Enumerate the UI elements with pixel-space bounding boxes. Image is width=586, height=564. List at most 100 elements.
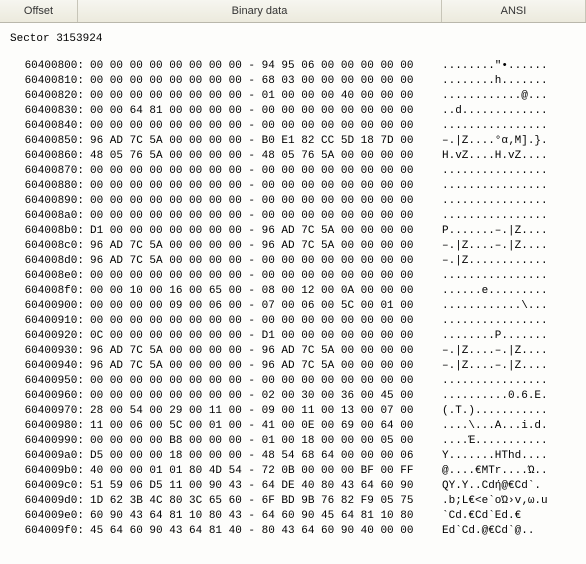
hex-cell: 00 00 10 00 16 00 65 00 - 08 00 12 00 0A… [90,284,442,299]
hex-row: 60400860:48 05 76 5A 00 00 00 00 - 48 05… [8,149,586,164]
hex-cell: 96 AD 7C 5A 00 00 00 00 - B0 E1 82 CC 5D… [90,134,442,149]
ansi-cell: ................ [442,209,548,224]
offset-cell: 604009c0: [8,479,90,494]
offset-cell: 60400900: [8,299,90,314]
hex-cell: D5 00 00 00 18 00 00 00 - 48 54 68 64 00… [90,449,442,464]
hex-cell: 00 00 00 00 00 00 00 00 - 01 00 00 00 40… [90,89,442,104]
hex-cell: 00 00 00 00 00 00 00 00 - 00 00 00 00 00… [90,269,442,284]
ansi-cell: .b;L€<e`oΏ›v‚ω.u [442,494,548,509]
ansi-cell: –.|Z............ [442,254,548,269]
hex-row: 60400820:00 00 00 00 00 00 00 00 - 01 00… [8,89,586,104]
ansi-cell: –.|Z....–.|Z.... [442,344,548,359]
offset-cell: 604009e0: [8,509,90,524]
ansi-cell: ................ [442,269,548,284]
ansi-cell: ............@... [442,89,548,104]
ansi-cell: –.|Z....–.|Z.... [442,359,548,374]
offset-cell: 604008a0: [8,209,90,224]
offset-cell: 60400820: [8,89,90,104]
ansi-cell: `Cd.€Cd`Ed.€ [442,509,521,524]
hex-cell: 48 05 76 5A 00 00 00 00 - 48 05 76 5A 00… [90,149,442,164]
ansi-cell: @....€MTr....Ώ.. [442,464,548,479]
offset-cell: 604009b0: [8,464,90,479]
hex-cell: 00 00 00 00 00 00 00 00 - 94 95 06 00 00… [90,59,442,74]
ansi-cell: –.|Z....°α‚Μ].}. [442,134,548,149]
offset-cell: 60400950: [8,374,90,389]
offset-cell: 60400860: [8,149,90,164]
hex-row: 60400850:96 AD 7C 5A 00 00 00 00 - B0 E1… [8,134,586,149]
hex-row: 60400840:00 00 00 00 00 00 00 00 - 00 00… [8,119,586,134]
hex-cell: 96 AD 7C 5A 00 00 00 00 - 00 00 00 00 00… [90,254,442,269]
ansi-cell: ....Έ........... [442,434,548,449]
hex-row: 60400880:00 00 00 00 00 00 00 00 - 00 00… [8,179,586,194]
hex-cell: 00 00 00 00 09 00 06 00 - 07 00 06 00 5C… [90,299,442,314]
offset-cell: 60400810: [8,74,90,89]
column-header-ansi[interactable]: ANSI [442,0,586,22]
ansi-cell: Ed`Cd.@€Cd`@.. [442,524,534,539]
column-header-binary[interactable]: Binary data [78,0,442,22]
hex-row: 60400830:00 00 64 81 00 00 00 00 - 00 00… [8,104,586,119]
offset-cell: 60400830: [8,104,90,119]
offset-cell: 60400930: [8,344,90,359]
hex-row: 604008c0:96 AD 7C 5A 00 00 00 00 - 96 AD… [8,239,586,254]
hex-row: 604008f0:00 00 10 00 16 00 65 00 - 08 00… [8,284,586,299]
hex-row: 604009b0:40 00 00 01 01 80 4D 54 - 72 0B… [8,464,586,479]
hex-row: 604009c0:51 59 06 D5 11 00 90 43 - 64 DE… [8,479,586,494]
hex-row: 60400920:0C 00 00 00 00 00 00 00 - D1 00… [8,329,586,344]
offset-cell: 60400890: [8,194,90,209]
ansi-cell: –.|Z....–.|Z.... [442,239,548,254]
hex-row: 60400910:00 00 00 00 00 00 00 00 - 00 00… [8,314,586,329]
hex-row: 604009e0:60 90 43 64 81 10 80 43 - 64 60… [8,509,586,524]
hex-cell: 96 AD 7C 5A 00 00 00 00 - 96 AD 7C 5A 00… [90,239,442,254]
column-header-offset[interactable]: Offset [0,0,78,22]
ansi-cell: ....\...A...i.d. [442,419,548,434]
hex-row: 604008b0:D1 00 00 00 00 00 00 00 - 96 AD… [8,224,586,239]
offset-cell: 604008e0: [8,269,90,284]
ansi-cell: QY.Υ..Cdή@€Cd`. [442,479,541,494]
offset-cell: 604008f0: [8,284,90,299]
hex-cell: 00 00 00 00 00 00 00 00 - 00 00 00 00 00… [90,194,442,209]
offset-cell: 60400850: [8,134,90,149]
hex-cell: 00 00 00 00 00 00 00 00 - 00 00 00 00 00… [90,164,442,179]
hex-cell: 00 00 00 00 00 00 00 00 - 00 00 00 00 00… [90,374,442,389]
hex-row: 604008a0:00 00 00 00 00 00 00 00 - 00 00… [8,209,586,224]
hex-cell: 11 00 06 00 5C 00 01 00 - 41 00 0E 00 69… [90,419,442,434]
hex-row: 60400990:00 00 00 00 B8 00 00 00 - 01 00… [8,434,586,449]
hex-cell: 1D 62 3B 4C 80 3C 65 60 - 6F BD 9B 76 82… [90,494,442,509]
hex-row: 60400980:11 00 06 00 5C 00 01 00 - 41 00… [8,419,586,434]
hex-row: 60400810:00 00 00 00 00 00 00 00 - 68 03… [8,74,586,89]
hex-row: 60400950:00 00 00 00 00 00 00 00 - 00 00… [8,374,586,389]
hex-row: 60400940:96 AD 7C 5A 00 00 00 00 - 96 AD… [8,359,586,374]
hex-cell: 28 00 54 00 29 00 11 00 - 09 00 11 00 13… [90,404,442,419]
hex-cell: 0C 00 00 00 00 00 00 00 - D1 00 00 00 00… [90,329,442,344]
hex-cell: 00 00 00 00 00 00 00 00 - 00 00 00 00 00… [90,314,442,329]
hex-row: 60400960:00 00 00 00 00 00 00 00 - 02 00… [8,389,586,404]
ansi-cell: ................ [442,164,548,179]
ansi-cell: H.vZ....H.vZ.... [442,149,548,164]
ansi-cell: ........"•...... [442,59,548,74]
offset-cell: 604009d0: [8,494,90,509]
ansi-cell: ..d............. [442,104,548,119]
hex-row: 604009f0:45 64 60 90 43 64 81 40 - 80 43… [8,524,586,539]
hex-row: 60400970:28 00 54 00 29 00 11 00 - 09 00… [8,404,586,419]
offset-cell: 60400870: [8,164,90,179]
ansi-cell: ............\... [442,299,548,314]
ansi-cell: ................ [442,179,548,194]
hex-cell: D1 00 00 00 00 00 00 00 - 96 AD 7C 5A 00… [90,224,442,239]
hex-cell: 00 00 00 00 B8 00 00 00 - 01 00 18 00 00… [90,434,442,449]
hex-row: 60400800:00 00 00 00 00 00 00 00 - 94 95… [8,59,586,74]
hex-cell: 00 00 00 00 00 00 00 00 - 02 00 30 00 36… [90,389,442,404]
hex-cell: 51 59 06 D5 11 00 90 43 - 64 DE 40 80 43… [90,479,442,494]
ansi-cell: ................ [442,194,548,209]
hex-row: 604009d0:1D 62 3B 4C 80 3C 65 60 - 6F BD… [8,494,586,509]
offset-cell: 60400970: [8,404,90,419]
hex-row: 60400900:00 00 00 00 09 00 06 00 - 07 00… [8,299,586,314]
hex-rows: 60400800:00 00 00 00 00 00 00 00 - 94 95… [8,59,586,539]
hex-cell: 00 00 64 81 00 00 00 00 - 00 00 00 00 00… [90,104,442,119]
ansi-cell: Υ.......HThd.... [442,449,548,464]
offset-cell: 604008d0: [8,254,90,269]
offset-cell: 60400840: [8,119,90,134]
hex-cell: 00 00 00 00 00 00 00 00 - 00 00 00 00 00… [90,209,442,224]
hex-cell: 00 00 00 00 00 00 00 00 - 00 00 00 00 00… [90,119,442,134]
hex-cell: 96 AD 7C 5A 00 00 00 00 - 96 AD 7C 5A 00… [90,359,442,374]
hex-cell: 45 64 60 90 43 64 81 40 - 80 43 64 60 90… [90,524,442,539]
